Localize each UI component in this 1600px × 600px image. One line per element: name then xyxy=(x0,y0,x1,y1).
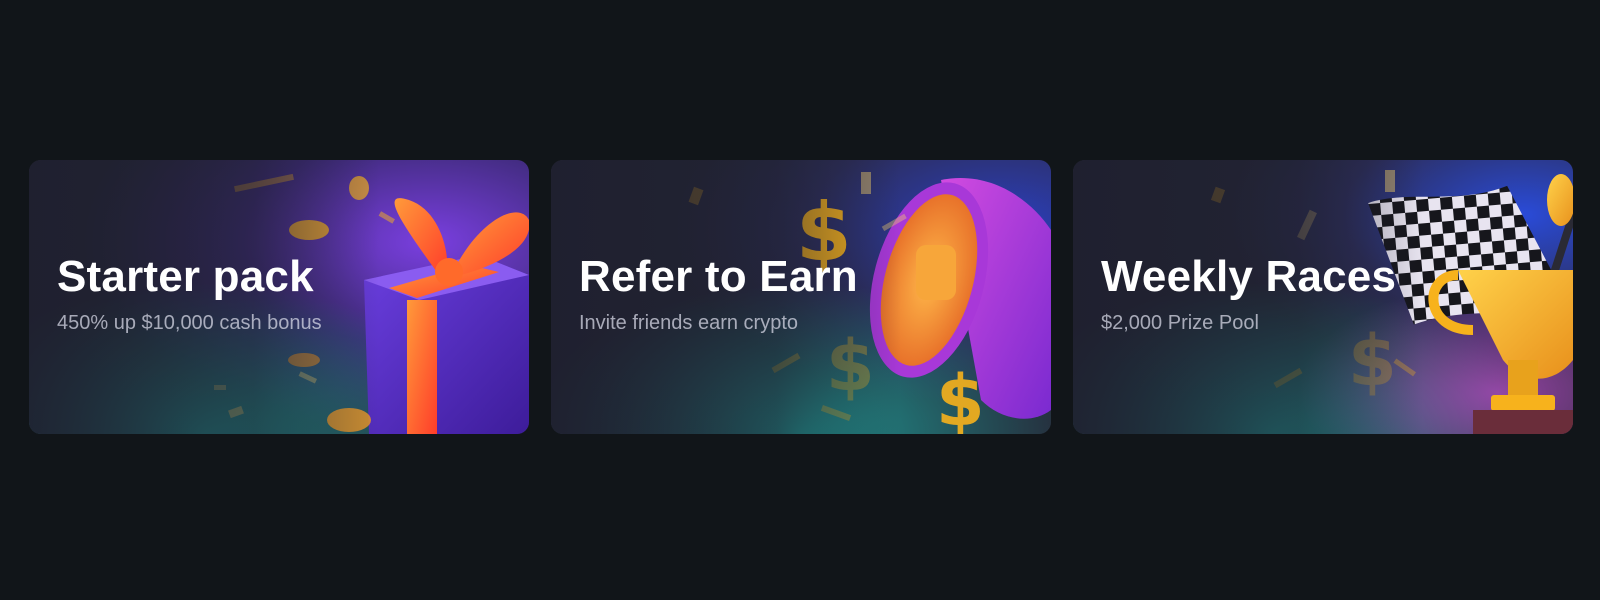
card-text: Refer to Earn Invite friends earn crypto xyxy=(579,252,1031,336)
promo-subtitle: 450% up $10,000 cash bonus xyxy=(57,312,322,334)
promo-subtitle: $2,000 Prize Pool xyxy=(1101,312,1259,334)
promo-card-starter-pack[interactable]: Starter pack 450% up $10,000 cash bonus xyxy=(29,160,529,434)
promo-card-refer-to-earn[interactable]: $ $ $ Refer to Earn Invite friends earn … xyxy=(551,160,1051,434)
promo-title: Refer to Earn xyxy=(579,252,858,301)
promo-cards-row: Starter pack 450% up $10,000 cash bonus xyxy=(29,160,1574,434)
promo-title: Starter pack xyxy=(57,252,314,301)
card-text: Weekly Races $2,000 Prize Pool xyxy=(1101,252,1553,336)
promo-title: Weekly Races xyxy=(1101,252,1397,301)
promo-card-weekly-races[interactable]: $ Weekly Races $2,000 Prize Pool xyxy=(1073,160,1573,434)
card-text: Starter pack 450% up $10,000 cash bonus xyxy=(57,252,509,336)
promo-subtitle: Invite friends earn crypto xyxy=(579,312,798,334)
